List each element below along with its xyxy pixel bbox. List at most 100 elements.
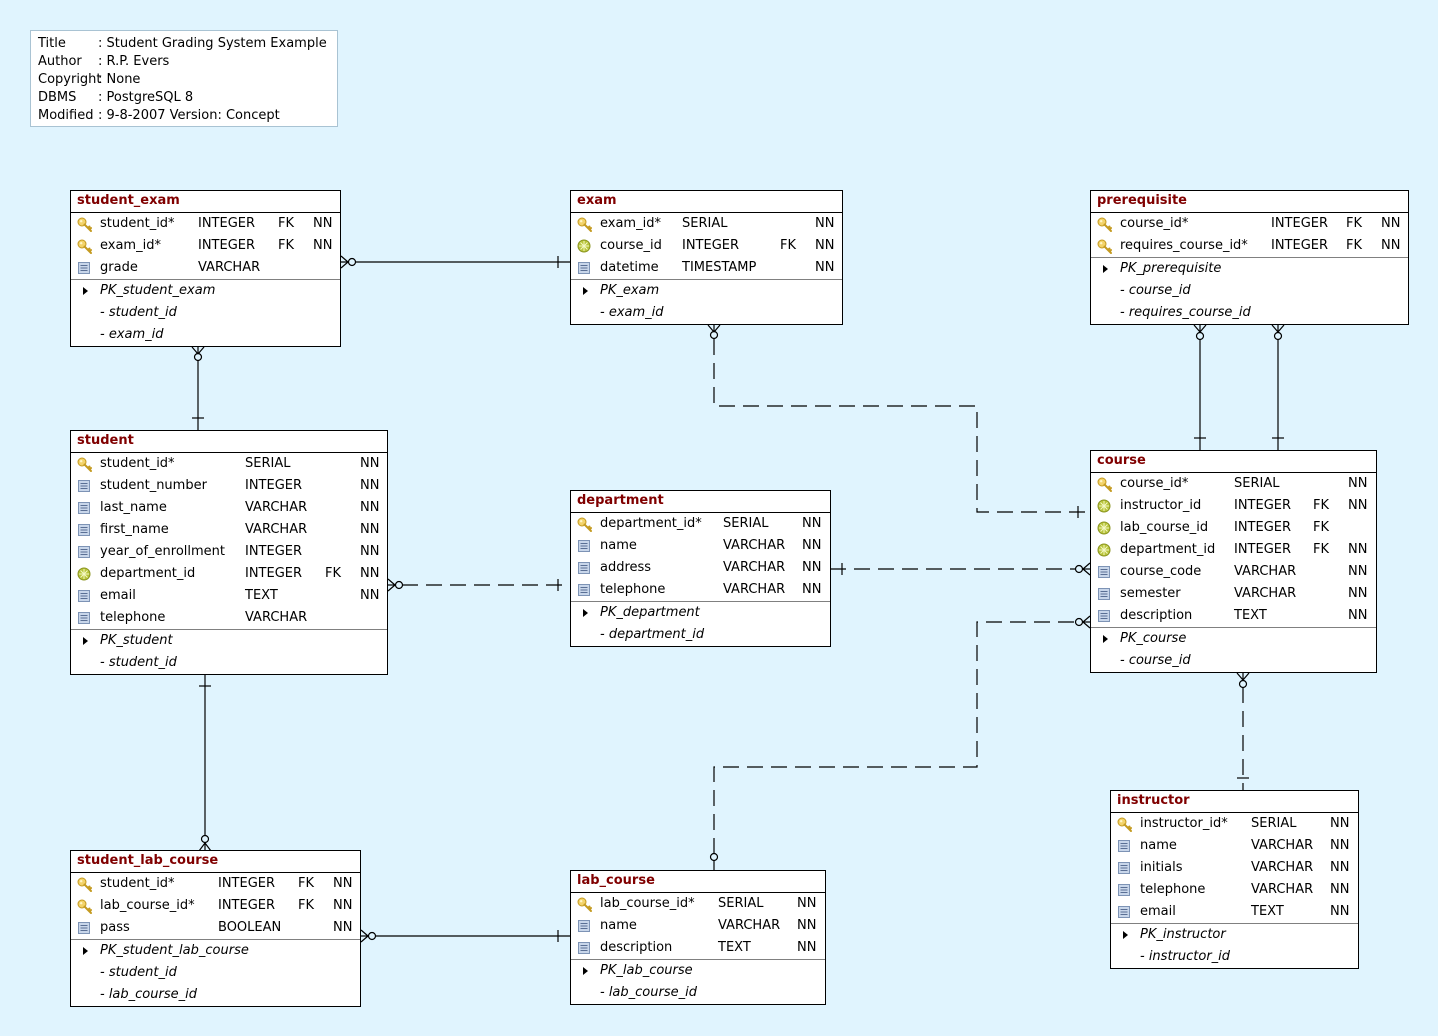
column-icon (1117, 839, 1131, 853)
index-row[interactable]: PK_prerequisite (1091, 258, 1408, 280)
column-row[interactable]: grade VARCHAR (71, 257, 340, 279)
entity-title[interactable]: lab_course (571, 871, 825, 893)
entity-student_lab_course[interactable]: student_lab_course student_id* INTEGER FK NN… (70, 850, 361, 1007)
column-type: INTEGER (245, 566, 303, 581)
column-row[interactable]: telephone VARCHAR NN (1111, 879, 1358, 901)
column-type: BOOLEAN (218, 920, 282, 935)
entity-title[interactable]: student_lab_course (71, 851, 360, 873)
entity-title[interactable]: department (571, 491, 830, 513)
relationship-student-student_lab_course[interactable] (198, 675, 212, 852)
info-key: DBMS (38, 90, 77, 105)
index-row[interactable]: PK_student_exam (71, 280, 340, 302)
column-row[interactable]: student_id* SERIAL NN (71, 453, 387, 475)
column-name: name (1140, 838, 1177, 853)
column-row[interactable]: datetime TIMESTAMP NN (571, 257, 842, 279)
column-row[interactable]: initials VARCHAR NN (1111, 857, 1358, 879)
index-column: - instructor_id (1140, 949, 1231, 964)
index-row[interactable]: PK_exam (571, 280, 842, 302)
index-row[interactable]: PK_student (71, 630, 387, 652)
index-row[interactable]: PK_student_lab_course (71, 940, 360, 962)
column-row[interactable]: student_id* INTEGER FK NN (71, 873, 360, 895)
expand-triangle-icon[interactable] (83, 287, 88, 295)
relationship-lab_course-student_lab_course[interactable] (360, 929, 570, 943)
column-row[interactable]: course_id* SERIAL NN (1091, 473, 1376, 495)
entity-title[interactable]: exam (571, 191, 842, 213)
info-value: : None (98, 72, 141, 87)
index-column: - lab_course_id (100, 987, 197, 1002)
column-row[interactable]: exam_id* INTEGER FK NN (71, 235, 340, 257)
column-row[interactable]: last_name VARCHAR NN (71, 497, 387, 519)
entity-prerequisite[interactable]: prerequisite course_id* INTEGER FK NN require… (1090, 190, 1409, 325)
expand-triangle-icon[interactable] (1103, 265, 1108, 273)
diagram-info-box[interactable]: Title: Student Grading System Example Au… (30, 30, 338, 127)
relationship-department-course[interactable] (830, 562, 1091, 576)
relationship-course-prerequisite-2[interactable] (1271, 324, 1285, 450)
column-row[interactable]: name VARCHAR NN (571, 915, 825, 937)
expand-triangle-icon[interactable] (83, 947, 88, 955)
column-row[interactable]: department_id INTEGER FK NN (71, 563, 387, 585)
column-type: TEXT (1234, 608, 1267, 623)
column-row[interactable]: telephone VARCHAR NN (571, 579, 830, 601)
entity-student[interactable]: student student_id* SERIAL NN student_number… (70, 430, 388, 675)
column-row[interactable]: name VARCHAR NN (1111, 835, 1358, 857)
entity-lab_course[interactable]: lab_course lab_course_id* SERIAL NN name VARC… (570, 870, 826, 1005)
index-row[interactable]: PK_instructor (1111, 924, 1358, 946)
index-row[interactable]: PK_course (1091, 628, 1376, 650)
column-row[interactable]: course_id INTEGER FK NN (571, 235, 842, 257)
expand-triangle-icon[interactable] (583, 967, 588, 975)
entity-instructor[interactable]: instructor instructor_id* SERIAL NN name VARC… (1110, 790, 1359, 969)
entity-title[interactable]: prerequisite (1091, 191, 1408, 213)
column-row[interactable]: lab_course_id INTEGER FK (1091, 517, 1376, 539)
column-row[interactable]: lab_course_id* SERIAL NN (571, 893, 825, 915)
entity-title[interactable]: course (1091, 451, 1376, 473)
column-row[interactable]: exam_id* SERIAL NN (571, 213, 842, 235)
column-row[interactable]: pass BOOLEAN NN (71, 917, 360, 939)
index-column: - course_id (1120, 283, 1191, 298)
column-row[interactable]: instructor_id INTEGER FK NN (1091, 495, 1376, 517)
entity-course[interactable]: course course_id* SERIAL NN instructor_id INT… (1090, 450, 1377, 673)
expand-triangle-icon[interactable] (583, 287, 588, 295)
column-row[interactable]: description TEXT NN (571, 937, 825, 959)
relationship-student_exam-exam[interactable] (340, 255, 570, 269)
column-row[interactable]: semester VARCHAR NN (1091, 583, 1376, 605)
entity-department[interactable]: department department_id* SERIAL NN name VARC… (570, 490, 831, 647)
entity-title[interactable]: student (71, 431, 387, 453)
column-row[interactable]: description TEXT NN (1091, 605, 1376, 627)
expand-triangle-icon[interactable] (583, 609, 588, 617)
column-row[interactable]: telephone VARCHAR (71, 607, 387, 629)
relationship-department-student[interactable] (387, 578, 570, 592)
column-row[interactable]: course_id* INTEGER FK NN (1091, 213, 1408, 235)
column-row[interactable]: lab_course_id* INTEGER FK NN (71, 895, 360, 917)
column-row[interactable]: requires_course_id* INTEGER FK NN (1091, 235, 1408, 257)
column-row[interactable]: department_id INTEGER FK NN (1091, 539, 1376, 561)
column-row[interactable]: course_code VARCHAR NN (1091, 561, 1376, 583)
index-row[interactable]: PK_lab_course (571, 960, 825, 982)
column-row[interactable]: department_id* SERIAL NN (571, 513, 830, 535)
expand-triangle-icon[interactable] (1123, 931, 1128, 939)
column-row[interactable]: student_number INTEGER NN (71, 475, 387, 497)
expand-triangle-icon[interactable] (1103, 635, 1108, 643)
column-row[interactable]: address VARCHAR NN (571, 557, 830, 579)
column-row[interactable]: name VARCHAR NN (571, 535, 830, 557)
column-name: description (600, 940, 673, 955)
column-row[interactable]: email TEXT NN (71, 585, 387, 607)
relationship-student-student_exam[interactable] (191, 346, 205, 430)
relationship-course-prerequisite-1[interactable] (1193, 324, 1207, 450)
index-row[interactable]: PK_department (571, 602, 830, 624)
column-icon (77, 589, 91, 603)
entity-title[interactable]: student_exam (71, 191, 340, 213)
entity-student_exam[interactable]: student_exam student_id* INTEGER FK NN exam_i… (70, 190, 341, 347)
column-nn-flag: NN (360, 522, 380, 537)
column-row[interactable]: first_name VARCHAR NN (71, 519, 387, 541)
column-row[interactable]: instructor_id* SERIAL NN (1111, 813, 1358, 835)
column-row[interactable]: email TEXT NN (1111, 901, 1358, 923)
expand-triangle-icon[interactable] (83, 637, 88, 645)
column-row[interactable]: student_id* INTEGER FK NN (71, 213, 340, 235)
column-type: VARCHAR (245, 500, 308, 515)
entity-title[interactable]: instructor (1111, 791, 1358, 813)
column-row[interactable]: year_of_enrollment INTEGER NN (71, 541, 387, 563)
entity-exam[interactable]: exam exam_id* SERIAL NN course_id INTEGER FK NN… (570, 190, 843, 325)
relationship-lab_course-course[interactable] (709, 615, 1091, 870)
column-nn-flag: NN (1330, 882, 1350, 897)
relationship-instructor-course[interactable] (1236, 672, 1250, 790)
